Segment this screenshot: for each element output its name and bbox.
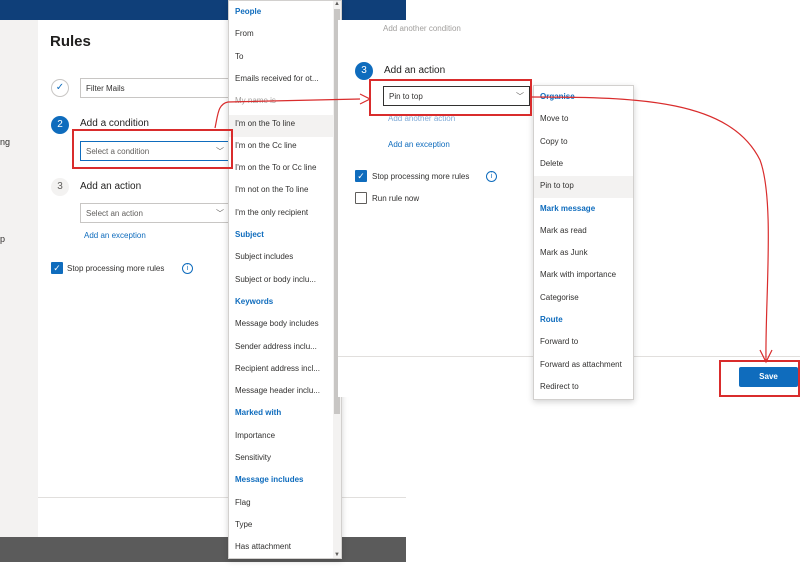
condition-option-sensitivity[interactable]: Sensitivity bbox=[235, 453, 271, 462]
action-option-move-to[interactable]: Move to bbox=[540, 114, 568, 123]
action-option-mark-as-junk[interactable]: Mark as Junk bbox=[540, 248, 588, 257]
cut-off-text: p bbox=[0, 234, 6, 244]
group-header-marked-with: Marked with bbox=[235, 408, 282, 418]
step-3-number: 3 bbox=[51, 178, 69, 196]
condition-option-subject-includes[interactable]: Subject includes bbox=[235, 252, 293, 261]
navigation-strip bbox=[0, 20, 38, 537]
condition-dropdown: ▲ ▼ People From To Emails received for ot..… bbox=[228, 0, 342, 559]
condition-option-sender-address-inclu[interactable]: Sender address inclu... bbox=[235, 342, 317, 351]
group-header-people: People bbox=[235, 7, 262, 16]
condition-option-subject-or-body-inclu[interactable]: Subject or body inclu... bbox=[235, 275, 316, 284]
group-header-mark-message: Mark message bbox=[540, 203, 596, 213]
condition-option-has-attachment[interactable]: Has attachment bbox=[235, 542, 291, 551]
app-header-bar bbox=[0, 0, 406, 20]
status-bar bbox=[0, 537, 406, 562]
group-header-message-includes: Message includes bbox=[235, 475, 304, 485]
condition-option-i-m-on-the-to-or-cc-line[interactable]: I'm on the To or Cc line bbox=[235, 163, 316, 172]
add-condition-label: Add a condition bbox=[80, 118, 149, 129]
chevron-down-icon: ﹀ bbox=[216, 209, 224, 218]
cut-off-link[interactable]: Add another condition bbox=[383, 24, 461, 33]
cut-off-text: ng bbox=[0, 137, 11, 147]
condition-option-i-m-on-the-cc-line[interactable]: I'm on the Cc line bbox=[235, 141, 297, 150]
action-option-forward-to[interactable]: Forward to bbox=[540, 337, 578, 346]
condition-option-my-name-is[interactable]: My name is bbox=[235, 96, 276, 105]
stop-processing-checkbox[interactable]: ✓ bbox=[355, 170, 367, 182]
condition-option-from[interactable]: From bbox=[235, 29, 254, 38]
group-header-subject: Subject bbox=[235, 230, 264, 239]
action-option-categorise[interactable]: Categorise bbox=[540, 293, 579, 302]
scroll-down-icon[interactable]: ▼ bbox=[334, 552, 340, 558]
condition-option-message-body-includes[interactable]: Message body includes bbox=[235, 319, 319, 328]
action-option-mark-with-importance[interactable]: Mark with importance bbox=[540, 270, 616, 279]
action-select[interactable]: Select an action ﹀ bbox=[80, 203, 230, 223]
condition-option-type[interactable]: Type bbox=[235, 520, 252, 529]
stop-processing-checkbox[interactable]: ✓ bbox=[51, 262, 63, 274]
group-header-organise: Organise bbox=[540, 92, 575, 101]
action-dropdown: Organise Move to Copy to Delete Pin to top Ma… bbox=[533, 85, 634, 400]
stop-processing-label: Stop processing more rules bbox=[372, 172, 470, 181]
run-rule-now-checkbox[interactable] bbox=[355, 192, 367, 204]
step-3-number: 3 bbox=[355, 62, 373, 80]
condition-option-to[interactable]: To bbox=[235, 52, 243, 61]
condition-option-recipient-address-incl[interactable]: Recipient address incl... bbox=[235, 364, 320, 373]
condition-option-i-m-the-only-recipient[interactable]: I'm the only recipient bbox=[235, 208, 308, 217]
rule-name-input[interactable]: Filter Mails bbox=[80, 78, 232, 98]
action-option-delete[interactable]: Delete bbox=[540, 159, 563, 168]
add-action-label: Add an action bbox=[80, 181, 142, 192]
action-option-pin-to-top[interactable]: Pin to top bbox=[540, 181, 574, 190]
action-option-redirect-to[interactable]: Redirect to bbox=[540, 382, 579, 391]
info-icon[interactable]: i bbox=[182, 263, 193, 274]
annotation-box-save bbox=[719, 360, 800, 397]
action-option-copy-to[interactable]: Copy to bbox=[540, 137, 568, 146]
add-exception-link[interactable]: Add an exception bbox=[388, 140, 450, 149]
add-action-label: Add an action bbox=[384, 65, 446, 76]
action-placeholder: Select an action bbox=[86, 209, 143, 218]
info-icon[interactable]: i bbox=[486, 171, 497, 182]
annotation-box-condition bbox=[72, 129, 233, 169]
condition-option-message-header-inclu[interactable]: Message header inclu... bbox=[235, 386, 320, 395]
page-title: Rules bbox=[50, 33, 91, 50]
scroll-up-icon[interactable]: ▲ bbox=[334, 1, 340, 7]
run-rule-now-label: Run rule now bbox=[372, 194, 420, 203]
condition-option-importance[interactable]: Importance bbox=[235, 431, 275, 440]
condition-option-flag[interactable]: Flag bbox=[235, 498, 251, 507]
add-exception-link[interactable]: Add an exception bbox=[84, 231, 146, 240]
annotation-box-action bbox=[369, 79, 532, 116]
action-option-forward-as-attachment[interactable]: Forward as attachment bbox=[540, 360, 622, 369]
condition-option-emails-received-for-ot[interactable]: Emails received for ot... bbox=[235, 74, 319, 83]
group-header-route: Route bbox=[540, 315, 563, 324]
condition-option-i-m-not-on-the-to-line[interactable]: I'm not on the To line bbox=[235, 185, 308, 194]
stop-processing-label: Stop processing more rules bbox=[67, 264, 165, 273]
group-header-keywords: Keywords bbox=[235, 296, 274, 306]
condition-option-i-m-on-the-to-line[interactable]: I'm on the To line bbox=[235, 119, 295, 128]
footer-divider bbox=[38, 497, 406, 498]
step-2-number: 2 bbox=[51, 116, 69, 134]
step-1-check-icon: ✓ bbox=[51, 79, 69, 97]
action-option-mark-as-read[interactable]: Mark as read bbox=[540, 226, 587, 235]
